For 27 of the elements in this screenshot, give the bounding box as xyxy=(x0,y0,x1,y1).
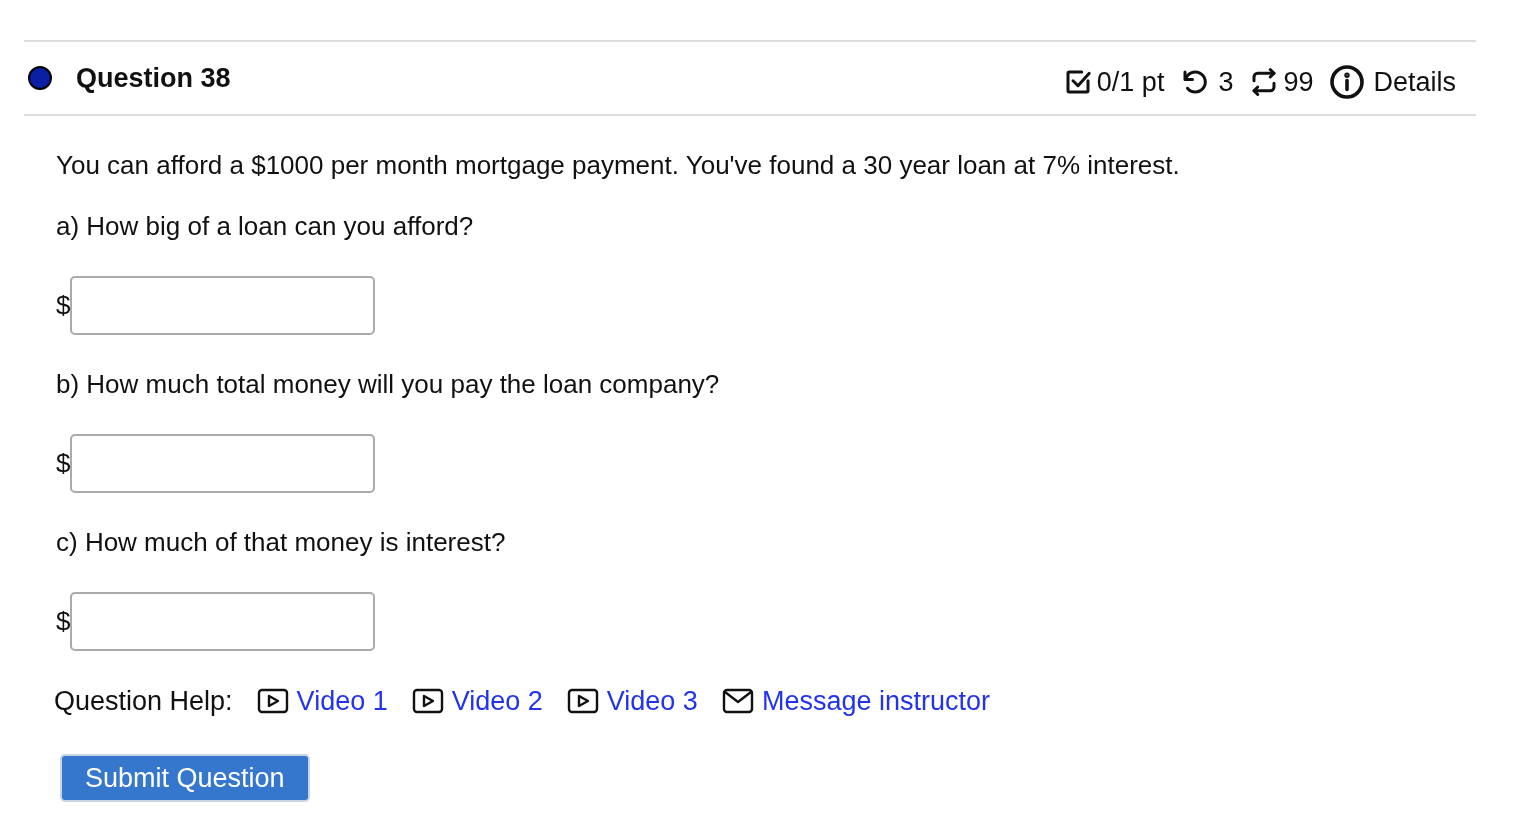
details-link[interactable]: Details xyxy=(1373,61,1456,103)
video-link[interactable]: Video 1 xyxy=(296,681,388,722)
help-label: Question Help: xyxy=(54,685,233,718)
dollar-sign: $ xyxy=(56,289,71,322)
answer-field[interactable] xyxy=(70,592,376,651)
question-title: Question 38 xyxy=(76,61,231,95)
part-question: c) How much of that money is interest? xyxy=(56,526,507,559)
video-link[interactable]: Video 2 xyxy=(451,681,543,722)
dollar-sign: $ xyxy=(56,447,71,480)
video-icon xyxy=(256,688,289,715)
answer-field[interactable] xyxy=(70,434,376,493)
attempts-count: 3 xyxy=(1218,65,1234,99)
question-text: You can afford a $1000 per month mortgage payment. You've found a 30 year loan at 7% interest. xyxy=(56,149,1181,182)
answer-field[interactable] xyxy=(70,276,376,335)
score-text: 0/1 pt xyxy=(1096,65,1165,99)
video-link[interactable]: Video 3 xyxy=(606,681,698,722)
dollar-sign: $ xyxy=(56,605,71,638)
info-icon xyxy=(1329,64,1366,100)
part-question: b) How much total money will you pay the loan company? xyxy=(56,368,721,401)
video-icon xyxy=(411,688,444,715)
envelope-icon xyxy=(721,688,754,715)
message-link[interactable]: Message instructor xyxy=(761,681,990,722)
part-question: a) How big of a loan can you afford? xyxy=(56,210,475,243)
status-dot xyxy=(28,66,52,90)
video-icon xyxy=(566,688,599,715)
versions-count: 99 xyxy=(1283,65,1314,99)
submit-button[interactable]: Submit Question xyxy=(60,753,310,802)
